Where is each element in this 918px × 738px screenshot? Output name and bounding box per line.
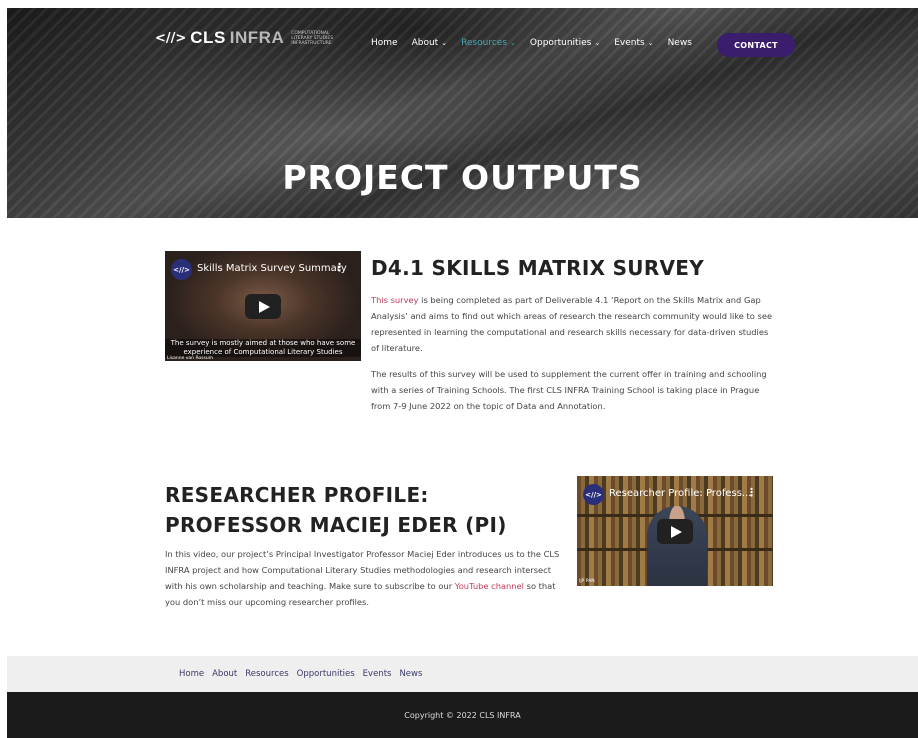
chevron-down-icon: ⌄ — [647, 39, 654, 47]
footer-link-about[interactable]: About — [212, 669, 237, 679]
video-title[interactable]: Researcher Profile: Profess... — [609, 488, 751, 499]
video-credit: Lisanne van Rossum — [167, 356, 214, 361]
play-button[interactable] — [657, 519, 693, 544]
logo-mark: <//> — [155, 30, 187, 46]
chevron-down-icon: ⌄ — [594, 39, 601, 47]
skills-survey-paragraph-2: The results of this survey will be used … — [371, 369, 767, 411]
researcher-profile-video[interactable]: <//> Researcher Profile: Profess... ⋮ IJ… — [577, 476, 773, 586]
nav-item-about[interactable]: About ⌄ — [412, 38, 447, 48]
logo-subtitle: COMPUTATIONAL LITERARY STUDIES INFRASTRU… — [291, 30, 334, 46]
logo-infra: INFRA — [229, 28, 285, 47]
hero-banner: <//> CLS INFRA COMPUTATIONAL LITERARY STU… — [7, 8, 918, 218]
nav-item-resources[interactable]: Resources ⌄ — [461, 38, 516, 48]
section-title-researcher-profile: RESEARCHER PROFILE: PROFESSOR MACIEJ EDE… — [165, 480, 507, 540]
video-caption: The survey is mostly aimed at those who … — [165, 339, 361, 357]
main-nav: Home About ⌄ Resources ⌄ Opportunities ⌄ Ev… — [371, 38, 692, 48]
chevron-down-icon: ⌄ — [510, 39, 516, 47]
logo-cls: CLS — [190, 28, 226, 47]
section-title-skills-survey: D4.1 SKILLS MATRIX SURVEY — [371, 256, 705, 280]
contact-button[interactable]: CONTACT — [717, 33, 795, 57]
nav-item-opportunities[interactable]: Opportunities ⌄ — [530, 38, 600, 48]
footer-copyright: Copyright © 2022 CLS INFRA — [7, 692, 918, 738]
video-person — [647, 506, 707, 586]
more-options-icon[interactable]: ⋮ — [746, 486, 757, 499]
page-title: PROJECT OUTPUTS — [282, 158, 643, 197]
channel-avatar[interactable]: <//> — [171, 259, 192, 280]
youtube-channel-link[interactable]: YouTube channel — [455, 581, 524, 591]
chevron-down-icon: ⌄ — [441, 39, 448, 47]
footer-link-news[interactable]: News — [399, 669, 422, 679]
video-title[interactable]: Skills Matrix Survey Summary — [197, 263, 347, 274]
title-line: PROFESSOR MACIEJ EDER (PI) — [165, 513, 507, 537]
researcher-profile-paragraph: In this video, our project’s Principal I… — [165, 546, 560, 610]
play-button[interactable] — [245, 294, 281, 319]
nav-item-label: About — [411, 38, 439, 48]
nav-item-home[interactable]: Home — [371, 38, 398, 48]
video-credit: IJP PAN — [579, 579, 595, 584]
nav-item-news[interactable]: News — [668, 38, 692, 48]
paragraph-text: is being completed as part of Deliverabl… — [371, 295, 773, 353]
skills-survey-video[interactable]: <//> Skills Matrix Survey Summary ⋮ The … — [165, 251, 361, 361]
nav-item-label: Resources — [461, 38, 508, 48]
footer-link-events[interactable]: Events — [363, 669, 392, 679]
survey-link[interactable]: This survey — [371, 295, 419, 305]
footer-link-home[interactable]: Home — [179, 669, 204, 679]
more-options-icon[interactable]: ⋮ — [334, 261, 345, 274]
nav-item-label: Opportunities — [529, 38, 592, 48]
footer-link-opportunities[interactable]: Opportunities — [297, 669, 355, 679]
site-logo[interactable]: <//> CLS INFRA COMPUTATIONAL LITERARY STU… — [155, 28, 341, 48]
title-line: RESEARCHER PROFILE: — [165, 483, 429, 507]
footer-link-resources[interactable]: Resources — [245, 669, 288, 679]
nav-item-label: Events — [614, 38, 645, 48]
skills-survey-paragraph-1: This survey is being completed as part o… — [371, 292, 776, 356]
nav-item-events[interactable]: Events ⌄ — [614, 38, 653, 48]
channel-avatar[interactable]: <//> — [583, 484, 604, 505]
nav-item-label: Home — [371, 38, 398, 48]
caption-line: The survey is mostly aimed at those who … — [170, 339, 356, 347]
nav-item-label: News — [667, 38, 692, 48]
footer-nav: Home About Resources Opportunities Event… — [7, 656, 918, 692]
